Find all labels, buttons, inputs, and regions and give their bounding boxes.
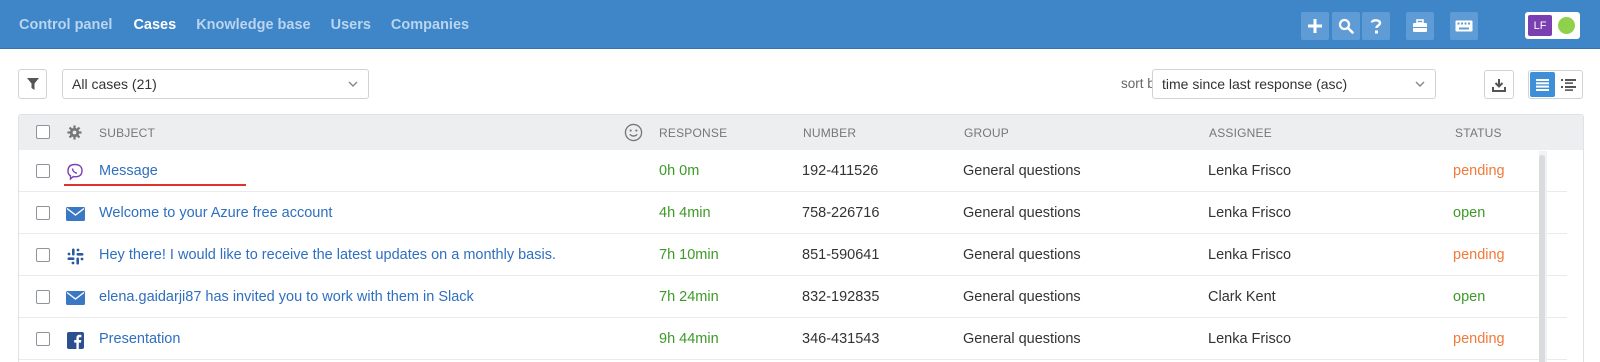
case-assignee: Clark Kent [1208, 289, 1276, 305]
help-button[interactable] [1362, 12, 1390, 40]
case-number: 346-431543 [802, 331, 880, 347]
filter-icon [26, 78, 39, 90]
case-subject-link[interactable]: Welcome to your Azure free account [99, 205, 332, 221]
smiley-icon[interactable] [624, 123, 643, 142]
case-subject-link[interactable]: Message [99, 163, 158, 179]
table-header: SUBJECT RESPONSE NUMBER GROUP ASSIGNEE S… [19, 115, 1583, 150]
avatar: LF [1528, 15, 1552, 36]
keyboard-shortcuts-button[interactable] [1450, 12, 1478, 40]
download-icon [1492, 78, 1506, 92]
case-filter-value: All cases (21) [72, 76, 157, 92]
nav-knowledge-base[interactable]: Knowledge base [196, 17, 310, 33]
status-badge: pending [1453, 247, 1505, 263]
case-assignee: Lenka Frisco [1208, 247, 1292, 263]
table-row[interactable]: Hey there! I would like to receive the l… [19, 234, 1567, 276]
briefcase-icon [1413, 19, 1427, 32]
case-number: 832-192835 [802, 289, 880, 305]
chevron-down-icon [348, 81, 358, 87]
row-checkbox[interactable] [36, 290, 50, 304]
search-icon [1338, 18, 1354, 34]
response-time: 9h 44min [659, 331, 719, 347]
row-checkbox[interactable] [36, 164, 50, 178]
case-group: General questions [963, 331, 1081, 347]
response-time: 4h 4min [659, 205, 711, 221]
online-status-indicator [1558, 17, 1575, 34]
row-checkbox[interactable] [36, 332, 50, 346]
nav-control-panel[interactable]: Control panel [19, 17, 112, 33]
email-icon [65, 204, 85, 224]
column-subject[interactable]: SUBJECT [99, 126, 155, 140]
case-assignee: Lenka Frisco [1208, 205, 1292, 221]
case-subject-link[interactable]: Presentation [99, 331, 180, 347]
column-assignee[interactable]: ASSIGNEE [1209, 126, 1272, 140]
top-navigation-bar: Control panel Cases Knowledge base Users… [0, 0, 1600, 49]
table-row[interactable]: Message 0h 0m 192-411526 General questio… [19, 150, 1567, 192]
slack-icon [65, 246, 85, 266]
case-group: General questions [963, 205, 1081, 221]
table-row[interactable]: elena.gaidarji87 has invited you to work… [19, 276, 1567, 318]
column-status[interactable]: STATUS [1455, 126, 1502, 140]
table-row[interactable]: Welcome to your Azure free account 4h 4m… [19, 192, 1567, 234]
chevron-down-icon [1415, 81, 1425, 87]
nav-companies[interactable]: Companies [391, 17, 469, 33]
case-assignee: Lenka Frisco [1208, 163, 1292, 179]
main-nav: Control panel Cases Knowledge base Users… [19, 0, 489, 49]
facebook-icon [65, 330, 85, 350]
view-mode-toggle [1528, 70, 1583, 99]
detailed-list-icon [1561, 78, 1576, 91]
nav-users[interactable]: Users [331, 17, 371, 33]
annotation-underline [64, 184, 246, 186]
keyboard-icon [1455, 20, 1473, 32]
filter-button[interactable] [18, 69, 47, 99]
case-subject-link[interactable]: Hey there! I would like to receive the l… [99, 247, 556, 263]
table-row[interactable]: Presentation 9h 44min 346-431543 General… [19, 318, 1567, 360]
column-response[interactable]: RESPONSE [659, 126, 727, 140]
select-all-checkbox[interactable] [36, 125, 50, 139]
cases-table: SUBJECT RESPONSE NUMBER GROUP ASSIGNEE S… [18, 114, 1584, 362]
case-filter-select[interactable]: All cases (21) [62, 69, 369, 99]
table-scrollbar-thumb[interactable] [1539, 155, 1545, 362]
case-group: General questions [963, 247, 1081, 263]
list-view-button[interactable] [1530, 72, 1555, 97]
gear-icon[interactable] [67, 125, 82, 140]
sort-select[interactable]: time since last response (asc) [1152, 69, 1436, 99]
export-button[interactable] [1484, 70, 1514, 99]
response-time: 7h 10min [659, 247, 719, 263]
user-menu[interactable]: LF [1525, 12, 1580, 39]
response-time: 0h 0m [659, 163, 700, 179]
email-icon [65, 288, 85, 308]
column-number[interactable]: NUMBER [803, 126, 856, 140]
list-view-icon [1536, 78, 1549, 91]
plus-icon [1308, 19, 1322, 33]
add-button[interactable] [1301, 12, 1329, 40]
status-badge: pending [1453, 163, 1505, 179]
row-checkbox[interactable] [36, 248, 50, 262]
search-button[interactable] [1332, 12, 1360, 40]
case-subject-link[interactable]: elena.gaidarji87 has invited you to work… [99, 289, 474, 305]
case-group: General questions [963, 289, 1081, 305]
status-badge: open [1453, 289, 1486, 305]
viber-icon [65, 162, 85, 182]
sort-value: time since last response (asc) [1162, 76, 1348, 92]
case-group: General questions [963, 163, 1081, 179]
case-number: 192-411526 [802, 163, 879, 179]
response-time: 7h 24min [659, 289, 719, 305]
case-number: 851-590641 [802, 247, 880, 263]
status-badge: open [1453, 205, 1486, 221]
row-checkbox[interactable] [36, 206, 50, 220]
nav-cases[interactable]: Cases [133, 17, 176, 33]
status-badge: pending [1453, 331, 1505, 347]
case-assignee: Lenka Frisco [1208, 331, 1292, 347]
column-group[interactable]: GROUP [964, 126, 1009, 140]
help-icon [1370, 19, 1382, 34]
briefcase-button[interactable] [1406, 12, 1434, 40]
case-number: 758-226716 [802, 205, 880, 221]
detailed-view-button[interactable] [1555, 71, 1582, 98]
